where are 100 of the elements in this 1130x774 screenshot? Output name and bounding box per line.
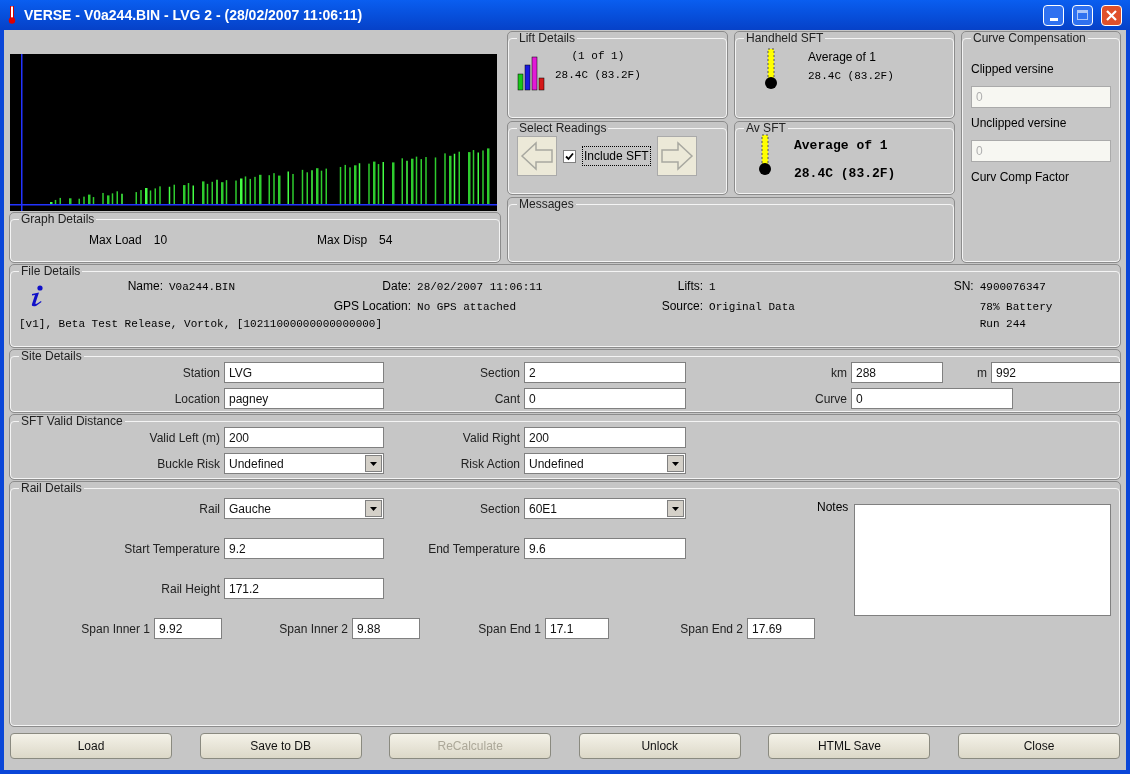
field-label: km bbox=[830, 364, 848, 382]
field-label: Clipped versine bbox=[971, 61, 1055, 78]
field-label: Span End 1 bbox=[477, 620, 542, 638]
field-label: Section bbox=[478, 364, 521, 382]
info-value: 1 bbox=[709, 280, 717, 295]
lift-count: (1 of 1) bbox=[571, 49, 625, 64]
bar bbox=[434, 157, 437, 204]
info-value: V0a244.BIN bbox=[169, 280, 236, 295]
group-title: File Details bbox=[20, 265, 82, 277]
info-value: 78% Battery bbox=[979, 299, 1054, 315]
group-title: Handheld SFT bbox=[745, 32, 825, 44]
field-label: End Temperature bbox=[427, 540, 521, 558]
text-field[interactable]: 0 bbox=[851, 388, 1013, 409]
field-label: Valid Right bbox=[461, 429, 521, 447]
info-value: Run 244 bbox=[979, 317, 1027, 332]
close-button[interactable] bbox=[1101, 4, 1122, 26]
stat-label: Max Load bbox=[89, 232, 142, 249]
check-icon bbox=[565, 151, 574, 161]
group-title: Curve Compensation bbox=[972, 32, 1087, 44]
action-button[interactable]: Unlock bbox=[578, 733, 741, 759]
text-field[interactable]: 9.92 bbox=[154, 618, 222, 639]
info-value: 28/02/2007 11:06:11 bbox=[417, 280, 544, 295]
action-button[interactable]: Close bbox=[957, 733, 1120, 759]
group-title: Rail Details bbox=[20, 482, 83, 494]
right-arrow-icon bbox=[659, 141, 694, 171]
checkbox-label: Include SFT bbox=[582, 146, 651, 166]
notes-field[interactable] bbox=[854, 504, 1111, 616]
bar bbox=[301, 169, 304, 204]
text-field[interactable]: 200 bbox=[524, 427, 686, 448]
field-label: Rail Height bbox=[160, 580, 221, 598]
text-field[interactable]: 0 bbox=[524, 388, 686, 409]
thermometer-icon bbox=[764, 48, 778, 90]
text-field[interactable]: 2 bbox=[524, 362, 686, 383]
text-field[interactable]: 17.69 bbox=[747, 618, 815, 639]
action-button[interactable]: HTML Save bbox=[768, 733, 931, 759]
field-label: Section bbox=[478, 500, 521, 518]
stat-value: 10 bbox=[153, 232, 168, 249]
text-field[interactable]: 9.88 bbox=[352, 618, 420, 639]
stat-value: 54 bbox=[379, 232, 393, 249]
field-label: Unclipped versine bbox=[971, 115, 1068, 132]
thermometer-icon bbox=[8, 6, 16, 24]
info-label: Source: bbox=[660, 297, 704, 315]
info-label: Lifts: bbox=[676, 278, 704, 295]
text-field[interactable]: pagney bbox=[224, 388, 384, 409]
maximize-button[interactable] bbox=[1072, 4, 1093, 26]
group-title: SFT Valid Distance bbox=[20, 415, 124, 427]
action-button[interactable]: Save to DB bbox=[199, 733, 362, 759]
version-text: [v1], Beta Test Release, Vortok, [10211000000000000000] bbox=[19, 317, 384, 332]
text-field[interactable]: 288 bbox=[851, 362, 943, 383]
dropdown[interactable]: Undefined bbox=[524, 453, 686, 474]
group-title: Av SFT bbox=[745, 122, 787, 134]
bar bbox=[168, 186, 171, 204]
field-label: Start Temperature bbox=[123, 540, 221, 558]
bar bbox=[392, 162, 395, 204]
lift-reading: 28.4C (83.2F) bbox=[555, 67, 641, 83]
include-sft-checkbox[interactable] bbox=[563, 149, 576, 163]
bar bbox=[69, 198, 72, 204]
field-label: Cant bbox=[493, 390, 521, 408]
text-field[interactable]: 9.2 bbox=[224, 538, 384, 559]
field-label: Risk Action bbox=[459, 455, 521, 473]
group-title: Graph Details bbox=[20, 213, 96, 225]
sft-reading: 28.4C (83.2F) bbox=[794, 164, 896, 183]
dropdown[interactable]: Gauche bbox=[224, 498, 384, 519]
dropdown[interactable]: 60E1 bbox=[524, 498, 686, 519]
field-label: Buckle Risk bbox=[156, 455, 221, 473]
bar-chart-icon bbox=[517, 56, 547, 92]
dropdown[interactable]: Undefined bbox=[224, 453, 384, 474]
text-field[interactable]: 9.6 bbox=[524, 538, 686, 559]
average-label: Average of 1 bbox=[808, 49, 877, 66]
bar bbox=[487, 148, 490, 204]
thermometer-icon bbox=[758, 134, 772, 176]
field-label: Valid Left (m) bbox=[148, 429, 221, 447]
field-label: Rail bbox=[198, 500, 221, 518]
text-field[interactable]: 200 bbox=[224, 427, 384, 448]
bar bbox=[259, 174, 262, 204]
bar bbox=[339, 166, 342, 204]
field-label: Curv Comp Factor bbox=[971, 169, 1071, 186]
info-value: No GPS attached bbox=[417, 299, 518, 315]
bar bbox=[278, 175, 281, 204]
text-field[interactable]: 17.1 bbox=[545, 618, 609, 639]
group-title: Messages bbox=[518, 198, 575, 210]
group-title: Lift Details bbox=[518, 32, 577, 44]
stat-label: Max Disp bbox=[317, 232, 368, 249]
action-button[interactable]: Load bbox=[10, 733, 172, 759]
left-arrow-icon bbox=[520, 141, 554, 171]
field-label: Span End 2 bbox=[679, 620, 744, 638]
window-title: VERSE - V0a244.BIN - LVG 2 - (28/02/2007 11:06:11) bbox=[24, 5, 364, 25]
info-label: Name: bbox=[126, 278, 163, 295]
average-label: Average of 1 bbox=[794, 137, 889, 155]
text-field[interactable]: 171.2 bbox=[224, 578, 384, 599]
info-value: Original Data bbox=[709, 299, 796, 315]
text-field[interactable]: 992 bbox=[991, 362, 1121, 383]
text-field[interactable]: LVG bbox=[224, 362, 384, 383]
minimize-button[interactable] bbox=[1043, 4, 1064, 26]
field-label: Notes bbox=[816, 499, 850, 516]
field-label: Curve bbox=[814, 390, 848, 408]
field-label: Span Inner 1 bbox=[80, 620, 151, 638]
field-label: m bbox=[976, 364, 988, 382]
info-value: 4900076347 bbox=[979, 280, 1047, 295]
sft-reading: 28.4C (83.2F) bbox=[808, 69, 894, 84]
